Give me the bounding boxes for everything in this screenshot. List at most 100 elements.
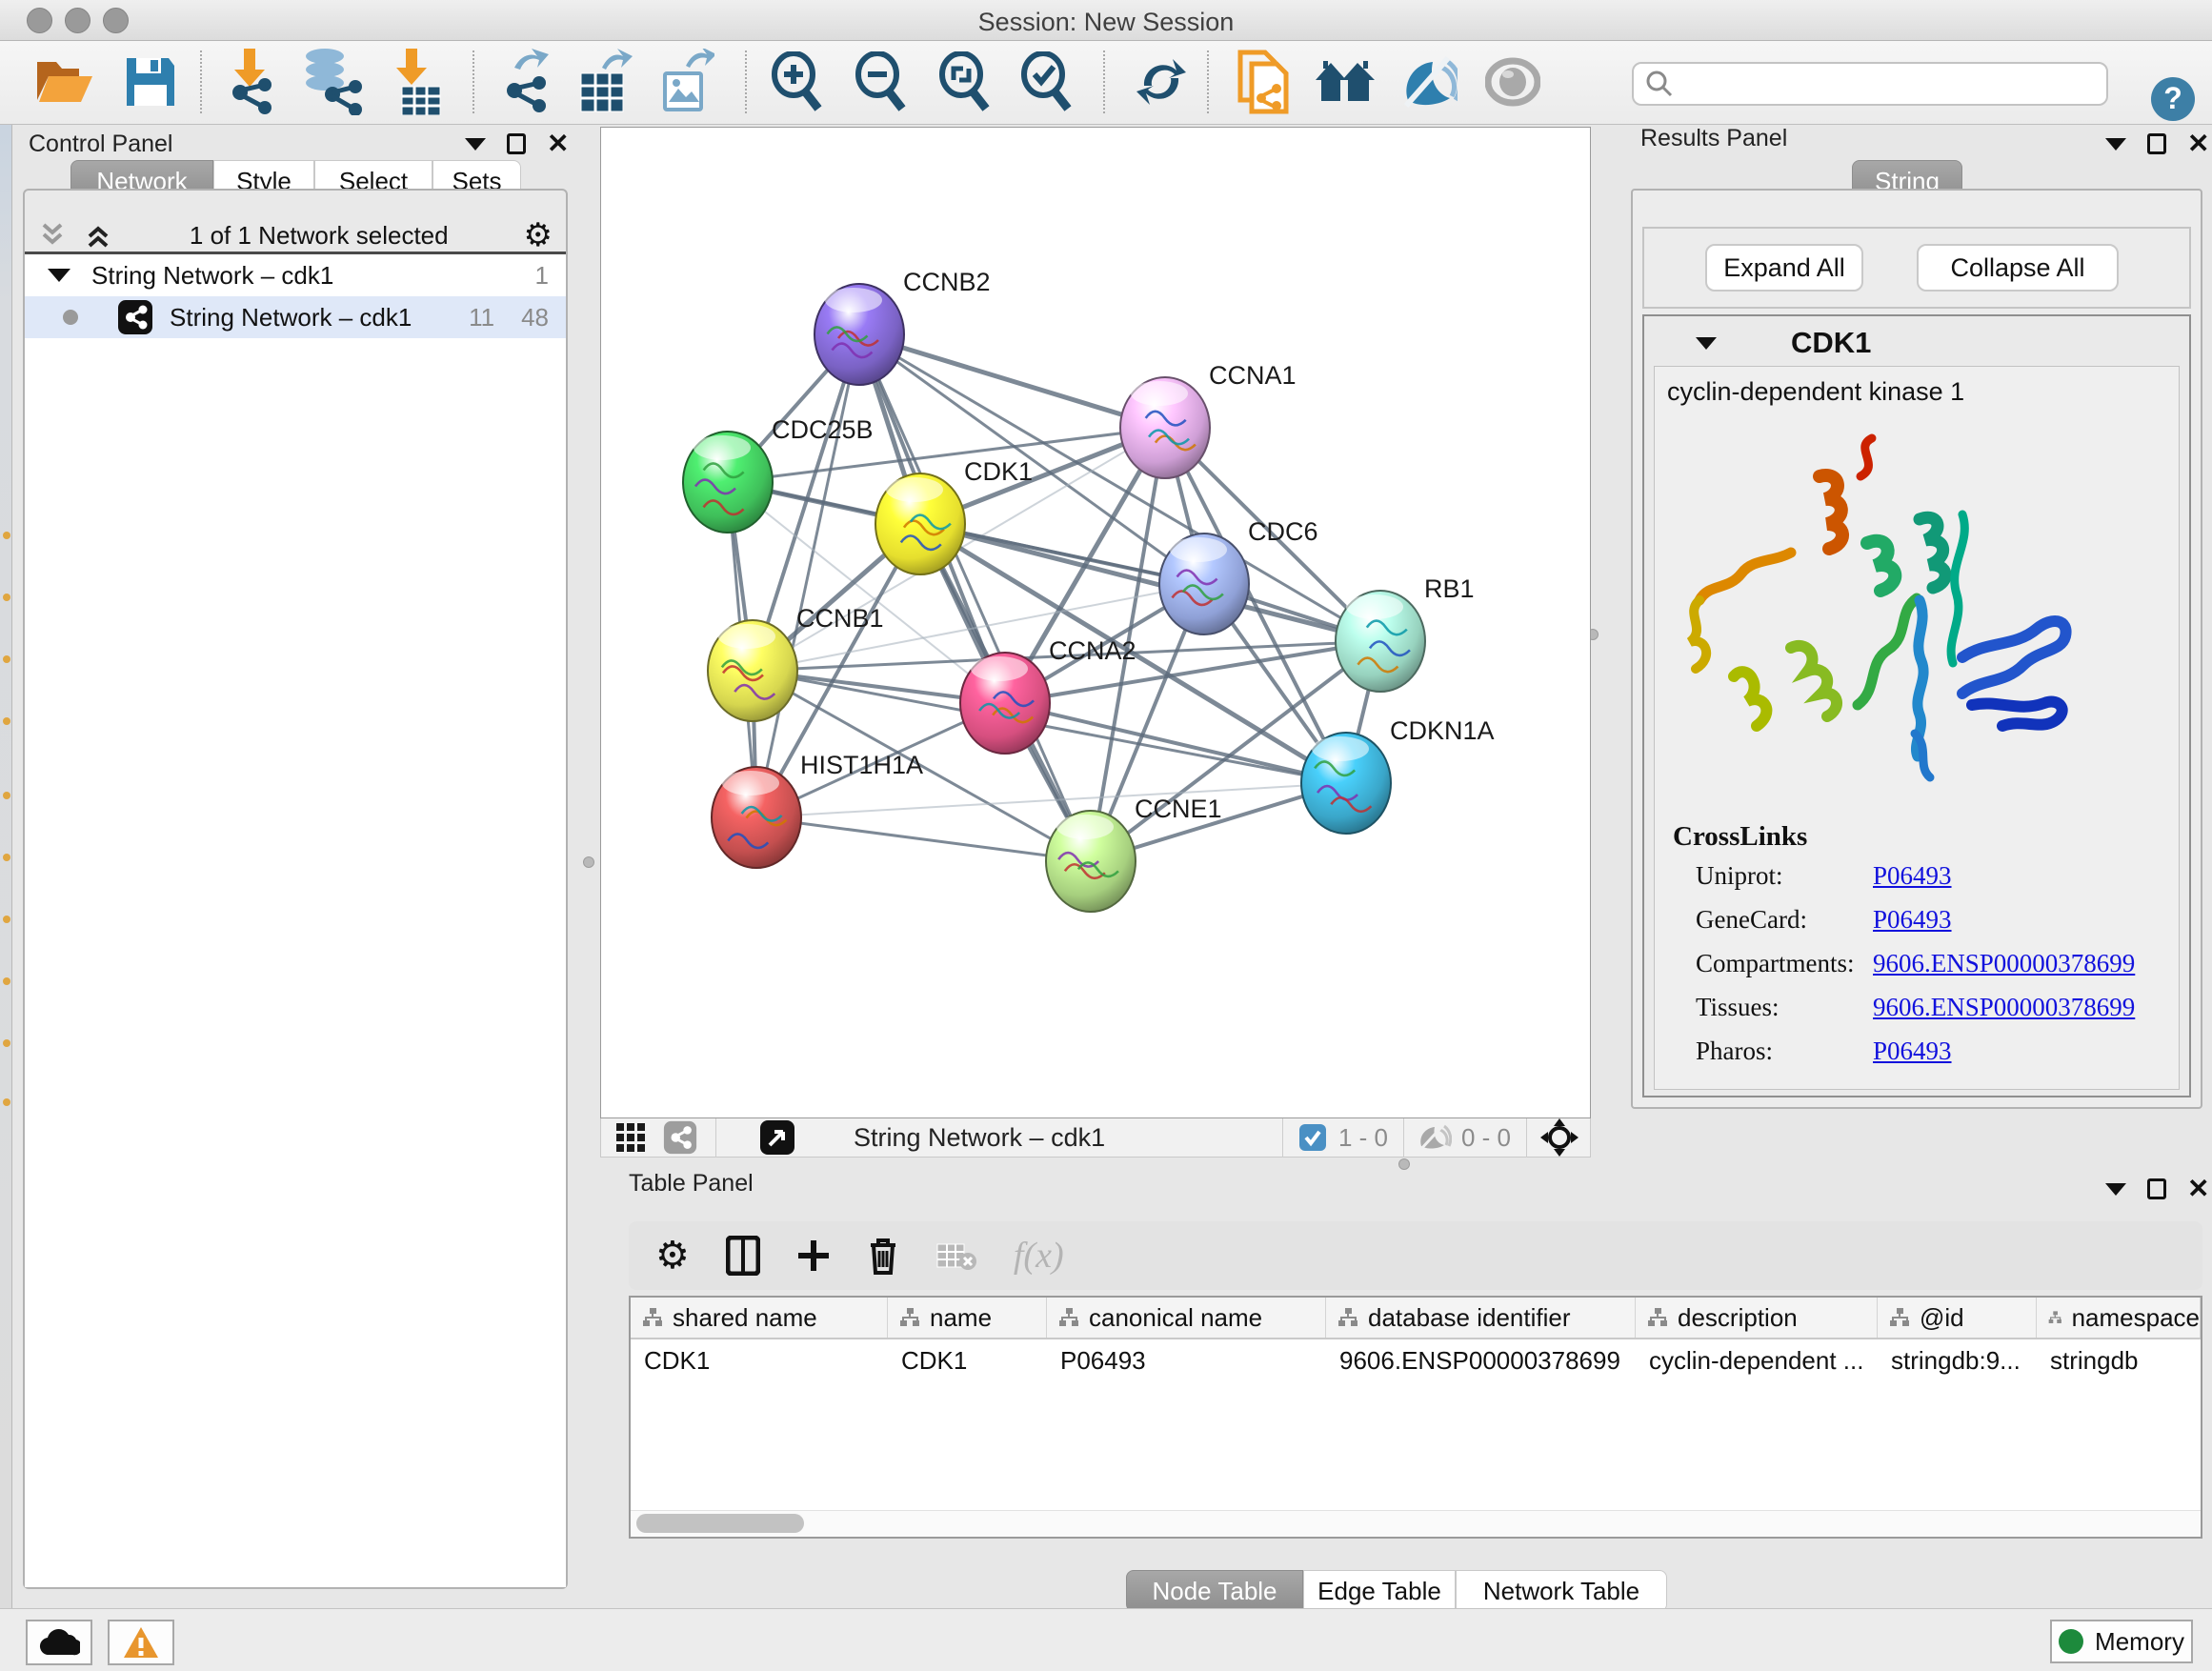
control-panel-close-icon[interactable]: ✕: [547, 133, 569, 154]
collection-count: 1: [535, 261, 549, 291]
column-header-databaseidentifier[interactable]: database identifier: [1326, 1298, 1636, 1338]
add-column-icon[interactable]: [796, 1238, 831, 1273]
table-panel-float-icon[interactable]: [2147, 1178, 2166, 1199]
crosslink-link[interactable]: P06493: [1873, 905, 1952, 949]
tab-network-table[interactable]: Network Table: [1456, 1570, 1667, 1612]
search-input[interactable]: [1674, 70, 2083, 99]
node-CDKN1A[interactable]: CDKN1A: [1301, 716, 1495, 834]
network-view-icon[interactable]: [662, 1119, 698, 1156]
table-settings-gear-icon[interactable]: ⚙: [655, 1234, 690, 1278]
network-options-gear-icon[interactable]: ⚙: [524, 216, 553, 254]
results-panel-menu-icon[interactable]: [2105, 138, 2126, 151]
table-cell[interactable]: CDK1: [631, 1339, 888, 1381]
table-panel-menu-icon[interactable]: [2105, 1183, 2126, 1196]
crosslink-link[interactable]: 9606.ENSP00000378699: [1873, 993, 2135, 1037]
cloud-status-button[interactable]: [26, 1620, 92, 1665]
export-table-icon[interactable]: [570, 47, 638, 117]
save-session-icon[interactable]: [116, 47, 185, 117]
control-panel-float-icon[interactable]: [507, 133, 526, 154]
table-cell[interactable]: P06493: [1047, 1339, 1326, 1381]
fit-content-icon[interactable]: [930, 47, 998, 117]
table-cell[interactable]: cyclin-dependent ...: [1636, 1339, 1878, 1381]
table-row[interactable]: CDK1CDK1P064939606.ENSP00000378699cyclin…: [631, 1339, 2201, 1381]
zoom-out-icon[interactable]: [846, 47, 915, 117]
expand-all-button[interactable]: Expand All: [1705, 244, 1863, 292]
node-CDK1[interactable]: CDK1: [875, 457, 1033, 574]
table-cell[interactable]: 9606.ENSP00000378699: [1326, 1339, 1636, 1381]
network-collection-row[interactable]: String Network – cdk1 1: [25, 254, 566, 296]
table-cell[interactable]: CDK1: [888, 1339, 1047, 1381]
column-header-canonicalname[interactable]: canonical name: [1047, 1298, 1326, 1338]
table-scrollbar-thumb[interactable]: [636, 1514, 804, 1533]
background-dot: [3, 1039, 10, 1047]
memory-button[interactable]: Memory: [2050, 1620, 2193, 1663]
export-image-icon[interactable]: [652, 47, 720, 117]
network-row[interactable]: String Network – cdk1 11 48: [25, 296, 566, 338]
function-builder-icon: f(x): [1014, 1235, 1064, 1277]
column-header-description[interactable]: description: [1636, 1298, 1878, 1338]
import-network-database-icon[interactable]: [297, 47, 366, 117]
node-table[interactable]: shared namenamecanonical namedatabase id…: [629, 1296, 2202, 1539]
left-splitter-handle[interactable]: [583, 856, 594, 868]
expand-all-chevron-icon[interactable]: [82, 221, 114, 250]
results-panel-float-icon[interactable]: [2147, 133, 2166, 154]
background-dot: [3, 532, 10, 539]
table-panel-tabs: Node TableEdge TableNetwork Table: [1126, 1570, 1667, 1612]
network-canvas[interactable]: CCNB2CCNA1CDC25BCDK1CDC6RB1CCNB1CCNA2CDK…: [600, 127, 1591, 1118]
table-horizontal-scrollbar[interactable]: [631, 1510, 2201, 1537]
birdseye-view-icon[interactable]: [1540, 1118, 1579, 1157]
table-panel-close-icon[interactable]: ✕: [2187, 1178, 2209, 1199]
tab-node-table[interactable]: Node Table: [1126, 1570, 1303, 1612]
control-panel-menu-icon[interactable]: [465, 138, 486, 151]
node-CDC25B[interactable]: CDC25B: [683, 415, 874, 533]
background-window-edge: [0, 125, 12, 1608]
search-icon: [1645, 70, 1674, 98]
open-file-icon[interactable]: [30, 47, 99, 117]
results-panel-close-icon[interactable]: ✕: [2187, 133, 2209, 154]
column-header-name[interactable]: name: [888, 1298, 1047, 1338]
node-RB1[interactable]: RB1: [1336, 574, 1475, 692]
string-home-icon[interactable]: [1311, 47, 1379, 117]
search-field[interactable]: [1632, 62, 2108, 106]
collapse-all-button[interactable]: Collapse All: [1917, 244, 2119, 292]
crosslink-link[interactable]: P06493: [1873, 861, 1952, 905]
zoom-selected-icon[interactable]: [1012, 47, 1080, 117]
gene-collapse-icon[interactable]: [1696, 337, 1717, 350]
collapse-all-chevron-icon[interactable]: [36, 221, 69, 250]
help-icon[interactable]: ?: [2149, 75, 2197, 123]
delete-column-icon[interactable]: [867, 1236, 899, 1276]
table-cell[interactable]: stringdb:9...: [1878, 1339, 2037, 1381]
grid-view-icon[interactable]: [614, 1121, 647, 1154]
import-network-file-icon[interactable]: [217, 47, 286, 117]
status-bar: [0, 1608, 2212, 1671]
selected-checkbox-icon[interactable]: [1298, 1123, 1327, 1152]
bottom-splitter-handle[interactable]: [1398, 1158, 1410, 1170]
detach-view-icon[interactable]: [758, 1118, 796, 1157]
column-header-namespace[interactable]: namespace: [2037, 1298, 2201, 1338]
show-all-icon[interactable]: [1478, 47, 1547, 117]
column-type-icon: [1647, 1307, 1668, 1328]
crosslink-link[interactable]: 9606.ENSP00000378699: [1873, 949, 2135, 993]
apply-layout-icon[interactable]: [1127, 47, 1196, 117]
crosslink-row: Tissues:9606.ENSP00000378699: [1696, 993, 2191, 1037]
export-network-icon[interactable]: [493, 47, 562, 117]
column-header-label: namespace: [2072, 1303, 2200, 1333]
tab-edge-table[interactable]: Edge Table: [1303, 1570, 1456, 1612]
import-table-file-icon[interactable]: [381, 47, 450, 117]
network-selection-status: 1 of 1 Network selected: [114, 221, 524, 251]
node-CCNE1[interactable]: CCNE1: [1046, 795, 1222, 912]
column-header-sharedname[interactable]: shared name: [631, 1298, 888, 1338]
warning-status-button[interactable]: [108, 1620, 174, 1665]
column-header-id[interactable]: @id: [1878, 1298, 2037, 1338]
memory-label: Memory: [2095, 1627, 2184, 1657]
node-CCNA1[interactable]: CCNA1: [1120, 361, 1297, 478]
crosslink-link[interactable]: P06493: [1873, 1037, 1952, 1080]
node-label-CDK1: CDK1: [964, 457, 1033, 486]
open-in-browser-icon[interactable]: [1229, 47, 1297, 117]
hide-selected-icon[interactable]: [1395, 47, 1463, 117]
table-cell[interactable]: stringdb: [2037, 1339, 2201, 1381]
collection-expand-icon[interactable]: [48, 269, 70, 282]
show-columns-icon[interactable]: [726, 1236, 760, 1276]
zoom-in-icon[interactable]: [762, 47, 831, 117]
node-CCNB1[interactable]: CCNB1: [708, 604, 884, 721]
